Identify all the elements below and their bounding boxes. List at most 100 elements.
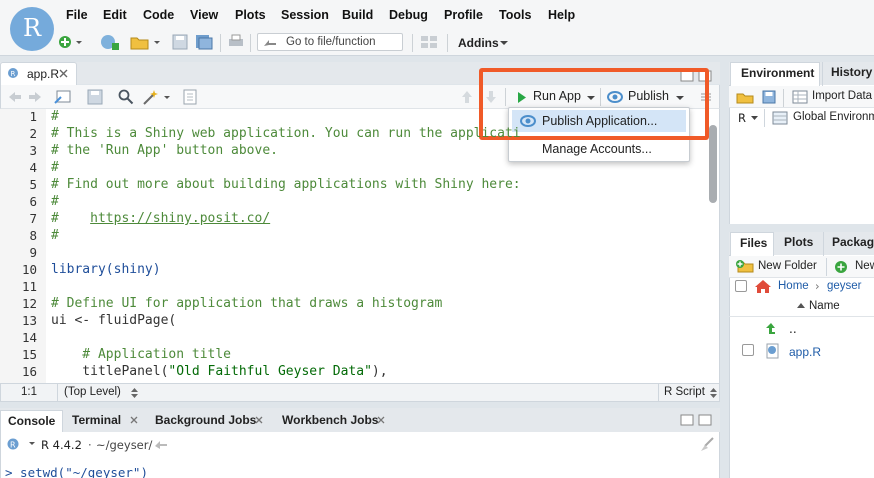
code-line: library(shiny) xyxy=(51,262,161,277)
new-folder-button[interactable]: New Folder xyxy=(758,260,817,272)
file-checkbox[interactable] xyxy=(742,344,754,356)
line-number: 8 xyxy=(29,228,37,243)
toolbar-divider xyxy=(783,89,784,107)
menu-code[interactable]: Code xyxy=(143,8,174,22)
chevron-down-icon xyxy=(751,116,758,120)
line-number: 11 xyxy=(21,279,37,294)
path-separator: · xyxy=(88,438,92,452)
new-project-icon[interactable] xyxy=(99,33,121,51)
line-number: 1 xyxy=(29,109,37,124)
line-number: 7 xyxy=(29,211,37,226)
goto-dir-icon[interactable] xyxy=(154,438,168,450)
menu-tools[interactable]: Tools xyxy=(499,8,531,22)
toolbar-divider xyxy=(447,34,448,52)
tab-history[interactable]: History xyxy=(822,62,874,86)
menu-debug[interactable]: Debug xyxy=(389,8,428,22)
import-dataset-icon[interactable] xyxy=(792,90,808,104)
clear-console-broom-icon[interactable] xyxy=(699,437,715,452)
code-tools-wand-icon[interactable] xyxy=(142,88,172,106)
search-icon[interactable] xyxy=(118,89,134,105)
tab-environment[interactable]: Environment xyxy=(730,62,820,86)
console-path: ~/geyser/ xyxy=(96,438,153,452)
print-icon[interactable] xyxy=(227,34,245,50)
code-line: # This is a Shiny web application. You c… xyxy=(51,126,521,141)
document-outline-icon[interactable] xyxy=(183,89,197,105)
close-tab-icon[interactable] xyxy=(130,416,138,424)
menu-build[interactable]: Build xyxy=(342,8,373,22)
line-number: 9 xyxy=(29,245,37,260)
code-line: # xyxy=(51,109,59,124)
select-all-checkbox[interactable] xyxy=(735,280,747,292)
menu-bar xyxy=(0,0,874,30)
file-app-r[interactable]: app.R xyxy=(789,345,821,359)
tab-plots[interactable]: Plots xyxy=(776,232,822,256)
line-number: 15 xyxy=(21,347,37,362)
tab-label: Background Jobs xyxy=(155,413,257,427)
menu-edit[interactable]: Edit xyxy=(103,8,127,22)
line-number: 5 xyxy=(29,177,37,192)
tab-packages[interactable]: Packages xyxy=(823,232,874,256)
close-tab-icon[interactable] xyxy=(255,416,263,424)
status-divider xyxy=(57,384,58,401)
global-environment-selector[interactable]: Global Environment xyxy=(793,111,874,123)
filetype-selector[interactable]: R Script xyxy=(664,386,705,398)
parent-directory-link[interactable]: .. xyxy=(789,322,797,336)
code-line: # Application title xyxy=(51,347,232,362)
new-blank-file-button[interactable]: New xyxy=(855,260,874,272)
line-number: 2 xyxy=(29,126,37,141)
close-tab-icon[interactable] xyxy=(59,69,68,78)
menu-file[interactable]: File xyxy=(66,8,88,22)
r-file-icon: R xyxy=(8,68,18,78)
tab-label: Terminal xyxy=(72,413,122,427)
code-url-link[interactable]: https://shiny.posit.co/ xyxy=(90,211,270,226)
pane-min-max-icon[interactable] xyxy=(680,414,714,426)
grid-layout-icon[interactable] xyxy=(420,34,438,50)
sort-up-icon xyxy=(797,303,805,308)
save-icon[interactable] xyxy=(87,89,103,105)
toolbar-divider xyxy=(220,34,221,52)
menu-plots[interactable]: Plots xyxy=(235,8,266,22)
save-icon[interactable] xyxy=(172,34,188,50)
new-blank-file-icon xyxy=(835,261,847,273)
breadcrumb-folder[interactable]: geyser xyxy=(827,280,862,292)
r-version: R 4.4.2 xyxy=(41,438,82,452)
code-line: # xyxy=(51,194,59,209)
scope-selector[interactable]: (Top Level) xyxy=(64,386,121,398)
r-language-icon[interactable]: R xyxy=(6,437,36,451)
code-line: # Find out more about building applicati… xyxy=(51,177,521,192)
open-file-icon[interactable] xyxy=(130,33,164,51)
source-status-bar: 1:1 (Top Level) R Script xyxy=(0,383,720,402)
env-language-selector[interactable]: R xyxy=(738,111,746,125)
close-tab-icon[interactable] xyxy=(377,416,385,424)
breadcrumb-home[interactable]: Home xyxy=(778,280,809,292)
tab-files[interactable]: Files xyxy=(730,232,774,256)
new-file-icon[interactable] xyxy=(58,34,88,50)
load-workspace-icon[interactable] xyxy=(736,90,754,104)
import-dataset-label[interactable]: Import Data xyxy=(812,90,872,102)
menu-item-manage-accounts[interactable]: Manage Accounts... xyxy=(542,142,652,156)
code-line: ui <- fluidPage( xyxy=(51,313,177,328)
menu-session[interactable]: Session xyxy=(281,8,329,22)
rstudio-logo: R xyxy=(10,7,54,51)
menu-view[interactable]: View xyxy=(190,8,218,22)
svg-text:R: R xyxy=(10,441,16,450)
menu-profile[interactable]: Profile xyxy=(444,8,483,22)
console-command: > setwd("~/geyser") xyxy=(5,465,148,478)
toolbar-divider xyxy=(764,109,765,127)
menu-help[interactable]: Help xyxy=(548,8,575,22)
goto-file-input[interactable]: Go to file/function xyxy=(257,33,403,51)
tab-console[interactable]: Console xyxy=(0,410,63,432)
nav-back-forward-icon[interactable] xyxy=(7,90,43,104)
tab-label: app.R xyxy=(27,67,60,81)
addins-menu[interactable]: Addins xyxy=(458,36,499,50)
line-number: 12 xyxy=(21,296,37,311)
updown-icon xyxy=(710,388,717,398)
code-line: # the 'Run App' button above. xyxy=(51,143,278,158)
save-workspace-icon[interactable] xyxy=(762,90,776,104)
save-all-icon[interactable] xyxy=(195,34,213,50)
editor-scrollbar[interactable] xyxy=(709,125,717,203)
line-number: 14 xyxy=(21,330,37,345)
column-name[interactable]: Name xyxy=(809,300,840,312)
tab-label: Packages xyxy=(832,235,874,249)
show-in-window-icon[interactable] xyxy=(54,89,72,105)
